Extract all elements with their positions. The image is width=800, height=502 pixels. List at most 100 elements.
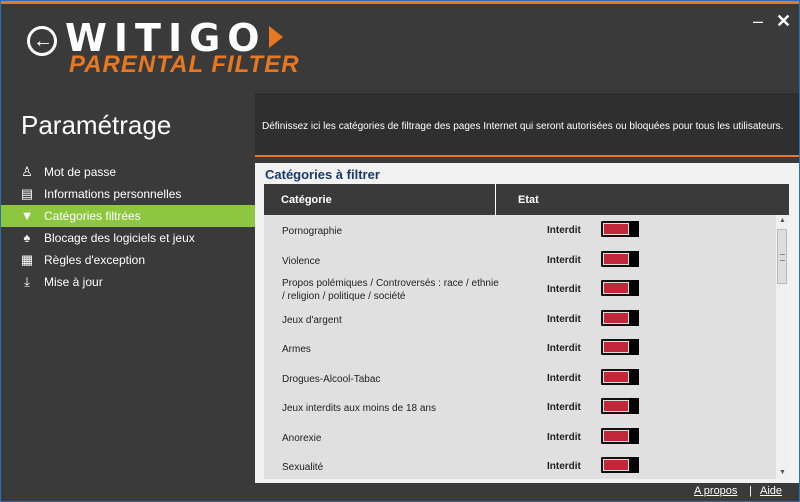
close-button[interactable]: ✕ [776, 12, 791, 30]
category-row: Violence Interdit [264, 246, 776, 276]
category-label: Sexualité [282, 462, 324, 473]
sidebar-item[interactable]: ▼ Catégories filtrées [1, 205, 255, 227]
brand-arrow-icon [269, 26, 283, 48]
column-divider [495, 184, 496, 215]
category-state: Interdit [547, 284, 581, 295]
category-label: Drogues-Alcool-Tabac [282, 373, 381, 385]
toggle-fill [603, 282, 629, 294]
calculator-icon: ▦ [20, 252, 34, 267]
category-row: Armes Interdit [264, 334, 776, 364]
toggle-knob [629, 309, 639, 326]
category-state: Interdit [547, 372, 581, 384]
category-toggle[interactable] [601, 280, 639, 296]
category-state: Interdit [547, 461, 581, 472]
category-row: Drogues-Alcool-Tabac Interdit [264, 364, 776, 394]
toggle-knob [629, 250, 639, 267]
category-label: Propos polémiques / Controversés : race … [282, 278, 499, 302]
footer: A propos | Aide [1, 483, 799, 501]
scroll-thumb[interactable] [777, 229, 787, 284]
category-toggle[interactable] [601, 339, 639, 355]
database-icon: ▤ [20, 186, 34, 201]
categories-panel: Catégories à filtrer Catégorie Etat Porn… [255, 163, 799, 483]
toggle-knob [629, 398, 639, 414]
grip-icon [780, 254, 785, 261]
app-window: ← WITIGO PARENTAL FILTER – ✕ Paramétrage… [0, 0, 800, 502]
category-state: Interdit [547, 313, 581, 325]
sidebar-item[interactable]: ▦ Règles d'exception [1, 249, 255, 271]
category-state: Interdit [547, 225, 581, 236]
category-toggle[interactable] [601, 221, 639, 237]
category-toggle[interactable] [601, 427, 639, 444]
filter-icon: ▼ [20, 208, 34, 223]
column-header-category: Catégorie [281, 194, 332, 206]
column-header-state: Etat [518, 194, 539, 206]
toggle-knob [629, 221, 639, 237]
download-icon: ⤓ [24, 274, 30, 289]
category-row: Jeux d'argent Interdit [264, 305, 776, 335]
category-row: Anorexie Interdit [264, 423, 776, 453]
category-row: Propos polémiques / Controversés : race … [264, 275, 776, 305]
toggle-knob [629, 368, 639, 385]
main-content: Définissez ici les catégories de filtrag… [255, 93, 799, 483]
header: ← WITIGO PARENTAL FILTER – ✕ [1, 1, 799, 93]
category-row: Pornographie Interdit [264, 216, 776, 246]
category-list: Pornographie Interdit Violence Interdit Prop… [264, 215, 776, 479]
sidebar: Paramétrage ♙ Mot de passe ▤ Informations p… [1, 93, 255, 483]
about-link[interactable]: A propos [694, 485, 737, 497]
category-state: Interdit [547, 431, 581, 443]
category-label: Jeux interdits aux moins de 18 ans [282, 403, 436, 414]
category-toggle[interactable] [601, 398, 639, 414]
toggle-fill [603, 400, 629, 412]
category-state: Interdit [547, 343, 581, 354]
category-label: Violence [282, 255, 321, 267]
scroll-down-icon[interactable]: ▼ [776, 467, 789, 479]
toggle-knob [629, 427, 639, 444]
toggle-fill [603, 341, 629, 353]
category-label: Pornographie [282, 226, 343, 237]
sidebar-item-label: Mise à jour [44, 275, 103, 289]
sidebar-item[interactable]: ♙ Mot de passe [1, 161, 255, 183]
footer-separator: | [749, 485, 752, 497]
sidebar-item-label: Informations personnelles [44, 187, 182, 201]
toggle-fill [603, 459, 629, 471]
category-row: Sexualité Interdit [264, 452, 776, 479]
toggle-fill [603, 223, 629, 235]
minimize-button[interactable]: – [753, 12, 763, 30]
table-header: Catégorie Etat [264, 184, 789, 215]
scrollbar[interactable]: ▲ ▼ [776, 215, 789, 479]
toggle-knob [629, 457, 639, 473]
sidebar-item-label: Blocage des logiciels et jeux [44, 231, 195, 245]
help-link[interactable]: Aide [760, 485, 782, 497]
category-label: Jeux d'argent [282, 314, 342, 326]
panel-title: Catégories à filtrer [265, 167, 380, 182]
category-state: Interdit [547, 402, 581, 413]
sidebar-nav: ♙ Mot de passe ▤ Informations personnelles ▼… [1, 161, 255, 293]
toggle-fill [603, 252, 629, 265]
toggle-knob [629, 339, 639, 355]
scroll-up-icon[interactable]: ▲ [776, 215, 789, 227]
category-toggle[interactable] [601, 457, 639, 473]
sidebar-item[interactable]: ⤓ Mise à jour [1, 271, 255, 293]
back-arrow-icon[interactable]: ← [27, 26, 57, 56]
sidebar-item[interactable]: ♠ Blocage des logiciels et jeux [1, 227, 255, 249]
product-name: PARENTAL FILTER [69, 51, 300, 78]
description-box: Définissez ici les catégories de filtrag… [255, 93, 799, 157]
sidebar-title: Paramétrage [21, 110, 172, 140]
sidebar-item[interactable]: ▤ Informations personnelles [1, 183, 255, 205]
category-label: Anorexie [282, 432, 322, 444]
category-toggle[interactable] [601, 250, 639, 267]
toggle-fill [603, 370, 629, 383]
sidebar-item-label: Catégories filtrées [44, 209, 141, 223]
description-text: Définissez ici les catégories de filtrag… [262, 121, 784, 132]
category-toggle[interactable] [601, 368, 639, 385]
category-state: Interdit [547, 254, 581, 266]
sidebar-item-label: Règles d'exception [44, 253, 146, 267]
gamepad-icon: ♠ [23, 230, 31, 245]
toggle-fill [603, 311, 629, 324]
sidebar-item-label: Mot de passe [44, 165, 117, 179]
users-icon: ♙ [21, 164, 33, 179]
category-row: Jeux interdits aux moins de 18 ans Interd… [264, 393, 776, 423]
category-label: Armes [282, 344, 311, 355]
category-toggle[interactable] [601, 309, 639, 326]
toggle-fill [603, 429, 629, 442]
